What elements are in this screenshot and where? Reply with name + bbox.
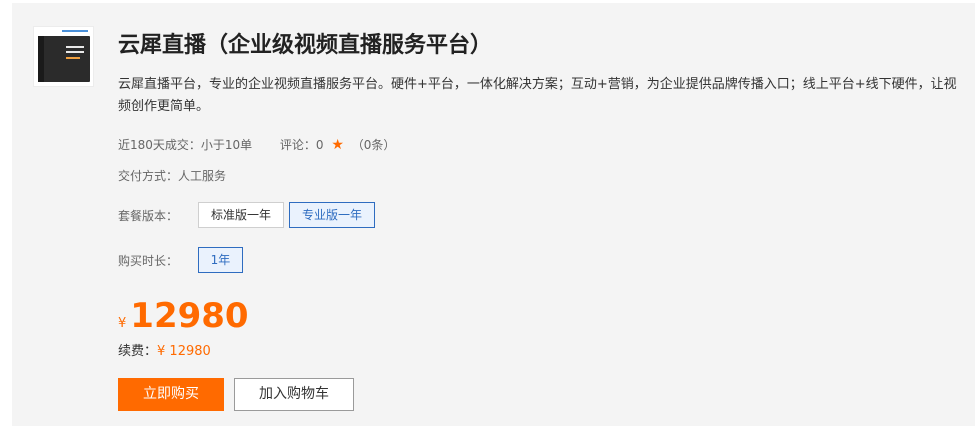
reviews-score: 0 [315, 138, 324, 152]
product-title: 云犀直播（企业级视频直播服务平台） [118, 33, 493, 58]
delivery-method: 交付方式：人工服务 [118, 167, 226, 184]
star-icon: ★ [331, 137, 344, 153]
thumbnail-brand-mark [62, 30, 88, 32]
product-description: 云犀直播平台，专业的企业视频直播服务平台。硬件+平台，一体化解决方案；互动+营销… [118, 77, 957, 114]
delivery-value: 人工服务 [178, 169, 227, 183]
reviews-count: （0条） [351, 138, 396, 152]
add-to-cart-button[interactable]: 加入购物车 [234, 378, 354, 411]
sales-value: 小于10单 [200, 138, 253, 152]
reviews-label: 评论： [279, 138, 316, 152]
package-label: 套餐版本： [118, 209, 179, 223]
product-thumbnail[interactable] [33, 26, 94, 87]
delivery-label: 交付方式： [118, 169, 179, 183]
currency-symbol: ¥ [118, 316, 127, 331]
product-box-image [38, 36, 90, 82]
price: ¥12980 [118, 296, 249, 336]
buy-now-button[interactable]: 立即购买 [118, 378, 224, 411]
renewal-label: 续费： [118, 344, 158, 359]
renewal-value: ¥ 12980 [157, 344, 211, 359]
duration-option-1year[interactable]: 1年 [198, 247, 243, 273]
duration-label: 购买时长： [118, 254, 179, 268]
price-amount: 12980 [130, 296, 249, 336]
sales-label: 近180天成交： [118, 138, 201, 152]
package-option-professional[interactable]: 专业版一年 [289, 202, 375, 228]
renewal-price: 续费：¥ 12980 [118, 340, 211, 359]
product-stats: 近180天成交：小于10单 评论：0 ★ （0条） [118, 136, 395, 154]
package-option-standard[interactable]: 标准版一年 [198, 202, 284, 228]
